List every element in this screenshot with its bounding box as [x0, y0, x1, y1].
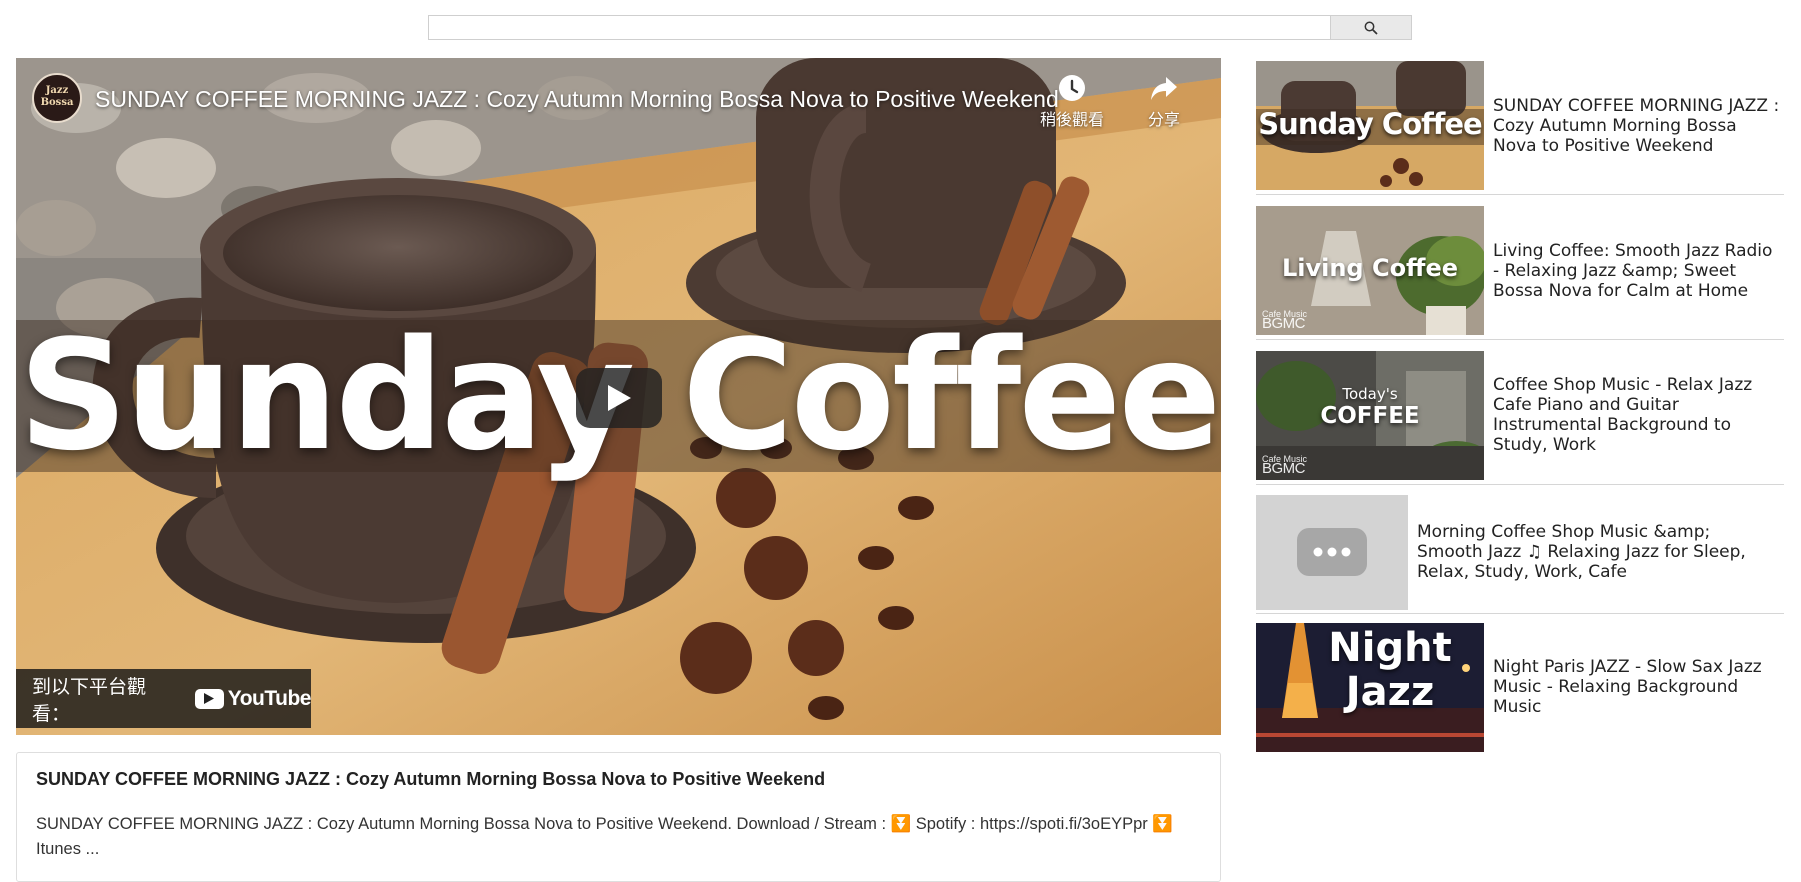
share-button[interactable]: 分享	[1124, 74, 1204, 130]
brand-watermark: Cafe Music BGMC	[1262, 454, 1307, 477]
watch-on-youtube-button[interactable]: 到以下平台觀看： YouTube	[16, 669, 312, 728]
watch-later-label: 稍後觀看	[1039, 112, 1104, 129]
related-thumbnail: Night Jazz	[1256, 622, 1484, 752]
video-description-card: SUNDAY COFFEE MORNING JAZZ : Cozy Autumn…	[16, 752, 1221, 882]
youtube-label: YouTube	[227, 686, 312, 710]
watch-on-label: 到以下平台觀看：	[32, 676, 147, 725]
related-thumb-text: Sunday Coffee	[1258, 107, 1482, 141]
related-thumb-text: COFFEE	[1320, 402, 1420, 429]
related-video-item[interactable]: Today's COFFEE Cafe Music BGMC Coffee Sh…	[1256, 346, 1784, 485]
watch-later-button[interactable]: 稍後觀看	[1032, 74, 1112, 130]
related-video-item[interactable]: Living Coffee Cafe Music BGMC Living Cof…	[1256, 202, 1784, 340]
related-title: Night Paris JAZZ - Slow Sax Jazz Music -…	[1493, 657, 1762, 717]
description-title[interactable]: SUNDAY COFFEE MORNING JAZZ : Cozy Autumn…	[36, 769, 1201, 790]
related-title: Living Coffee: Smooth Jazz Radio - Relax…	[1493, 240, 1773, 301]
clock-icon	[1059, 75, 1085, 101]
youtube-logo: YouTube	[194, 686, 312, 711]
related-title: SUNDAY COFFEE MORNING JAZZ : Cozy Autumn…	[1493, 95, 1780, 156]
search-bar	[428, 15, 1412, 40]
player-title[interactable]: SUNDAY COFFEE MORNING JAZZ : Cozy Autumn…	[95, 86, 1059, 113]
related-thumbnail: Sunday Coffee	[1256, 61, 1484, 190]
search-button[interactable]	[1330, 16, 1411, 39]
more-icon	[1297, 528, 1367, 576]
share-icon	[1151, 77, 1177, 100]
related-thumb-text-top: Today's	[1342, 384, 1398, 403]
play-button[interactable]	[576, 368, 662, 428]
description-text: SUNDAY COFFEE MORNING JAZZ : Cozy Autumn…	[36, 815, 1173, 858]
brand-text: BGMC	[1262, 315, 1306, 332]
share-label: 分享	[1147, 112, 1180, 129]
related-thumb-text-top: Night	[1328, 624, 1452, 671]
related-thumb-text: Jazz	[1345, 668, 1435, 715]
related-title: Morning Coffee Shop Music &amp; Smooth J…	[1417, 522, 1746, 582]
related-thumbnail: Living Coffee Cafe Music BGMC	[1256, 206, 1484, 335]
related-video-item[interactable]: Sunday Coffee SUNDAY COFFEE MORNING JAZZ…	[1256, 57, 1784, 195]
related-thumbnail: Today's COFFEE Cafe Music BGMC	[1256, 350, 1484, 480]
brand-text: BGMC	[1262, 459, 1306, 477]
brand-watermark: Cafe Music BGMC	[1262, 309, 1307, 332]
search-input[interactable]	[429, 16, 1330, 39]
video-player[interactable]: Sunday Coffee Jazz Bossa SUNDAY COFFEE M…	[16, 58, 1221, 735]
related-title: Coffee Shop Music - Relax Jazz Cafe Pian…	[1493, 375, 1753, 455]
related-video-item[interactable]: Morning Coffee Shop Music &amp; Smooth J…	[1256, 491, 1784, 614]
play-icon	[608, 385, 631, 411]
channel-avatar[interactable]: Jazz Bossa	[32, 73, 82, 123]
related-thumbnail-unavailable	[1256, 494, 1408, 610]
related-video-item[interactable]: Night Jazz Night Paris JAZZ - Slow Sax J…	[1256, 622, 1784, 752]
youtube-icon	[194, 688, 224, 709]
channel-avatar-text: Jazz Bossa	[40, 85, 74, 108]
search-icon	[1364, 21, 1378, 35]
related-thumb-text: Living Coffee	[1281, 254, 1459, 282]
